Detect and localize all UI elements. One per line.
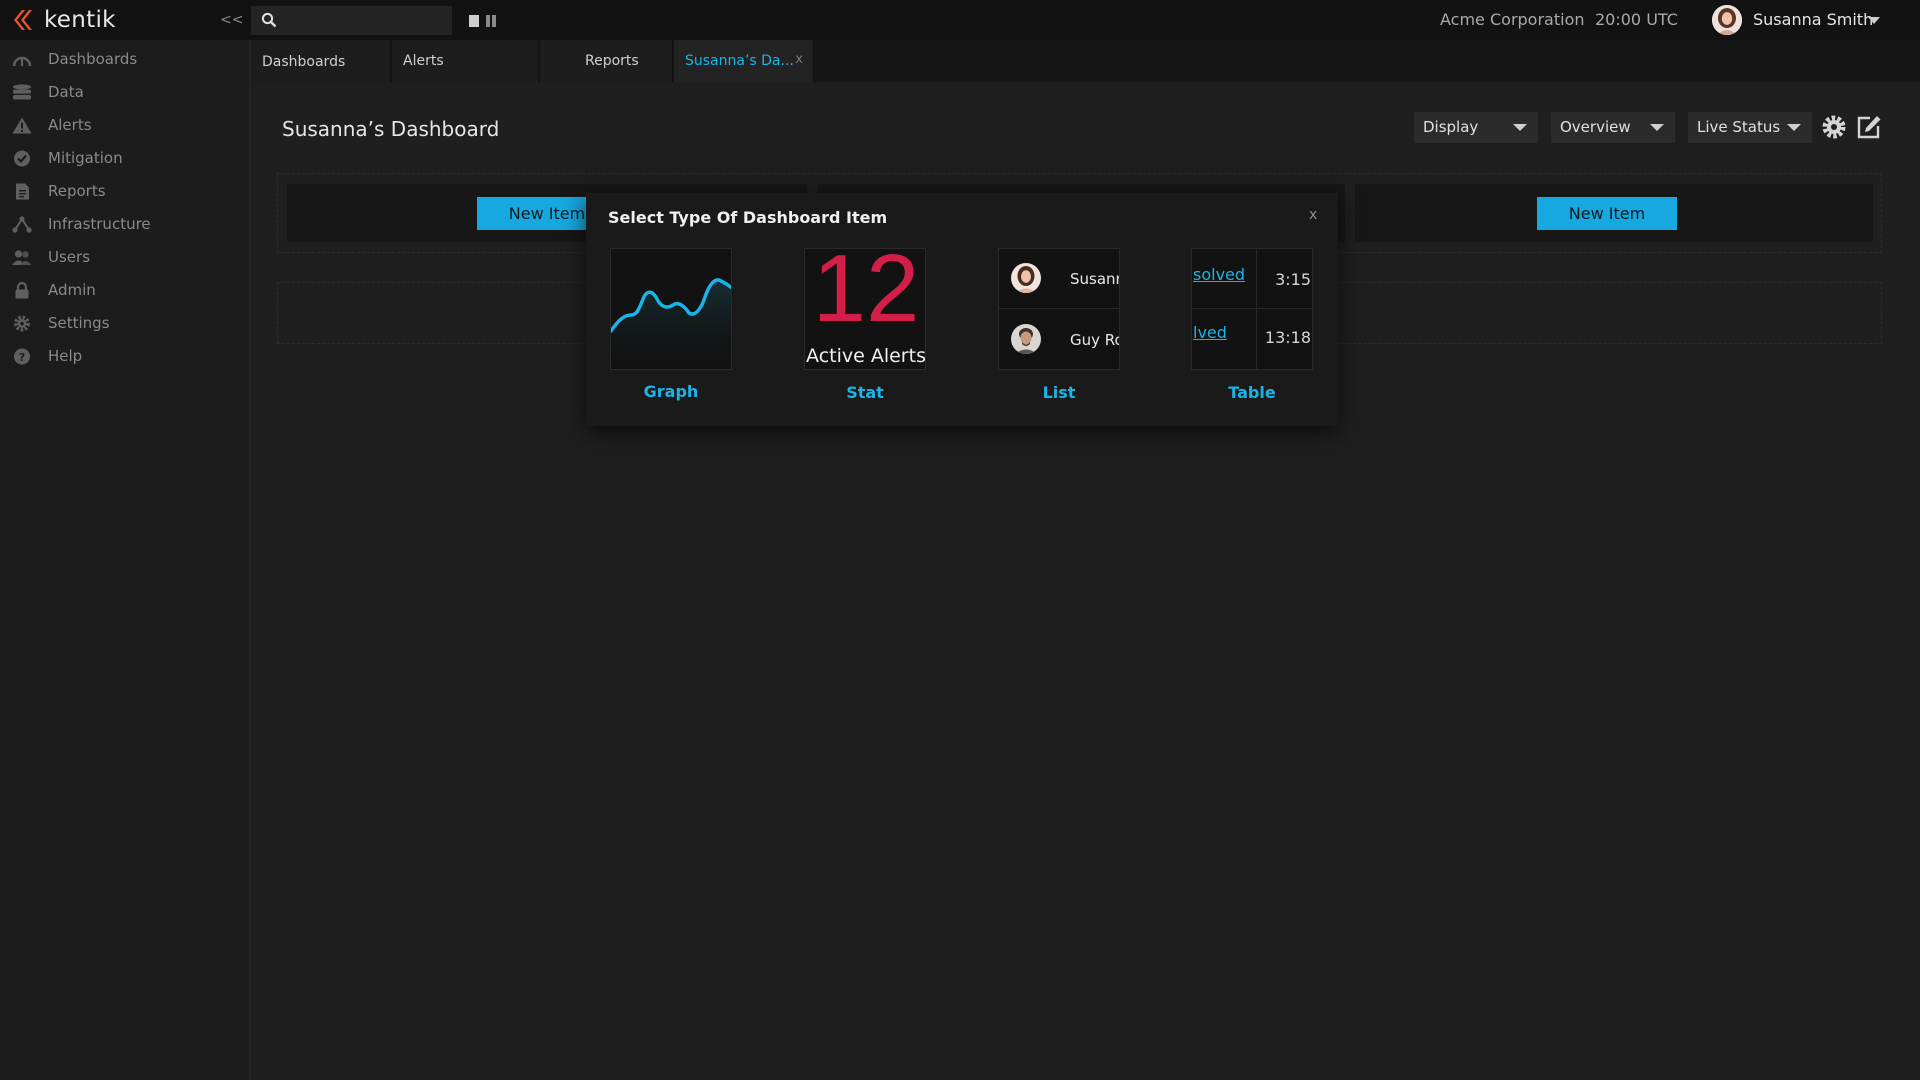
stat-option-card[interactable]: 12 Active Alerts: [804, 241, 926, 370]
sidebar-item-label: Mitigation: [48, 149, 123, 167]
table-option-label[interactable]: Table: [1191, 383, 1313, 402]
sidebar-item-label: Admin: [48, 281, 96, 299]
settings-gear-icon[interactable]: [1821, 114, 1847, 140]
avatar: [1011, 324, 1041, 354]
table-status-link: solved: [1193, 265, 1246, 284]
list-item: Guy Ro: [999, 310, 1120, 369]
table-row: lved 13:18: [1192, 310, 1312, 369]
sidebar-item-label: Infrastructure: [48, 215, 151, 233]
edit-icon[interactable]: [1856, 114, 1882, 140]
tab-alerts[interactable]: Alerts: [392, 40, 539, 82]
layout-toggle-icon[interactable]: [469, 15, 497, 27]
list-item: Susann: [999, 249, 1120, 309]
new-item-button[interactable]: New Item: [1537, 197, 1677, 230]
tab-reports[interactable]: Reports: [540, 40, 673, 82]
sidebar-item-admin[interactable]: Admin: [0, 275, 250, 305]
list-option-card[interactable]: Susann Guy Ro: [998, 248, 1120, 370]
database-icon: [13, 84, 31, 100]
sidebar-item-alerts[interactable]: Alerts: [0, 110, 250, 140]
table-time: 13:18: [1264, 328, 1311, 347]
collapse-sidebar-button[interactable]: <<: [220, 12, 243, 28]
dropdown-label: Overview: [1560, 118, 1631, 136]
top-bar: kentik << Acme Corporation 20:00 UTC Sus…: [0, 0, 1920, 40]
sidebar-item-mitigation[interactable]: Mitigation: [0, 143, 250, 173]
sidebar-item-label: Dashboards: [48, 50, 138, 68]
stat-value: 12: [812, 235, 920, 342]
male-avatar-icon: [1011, 324, 1041, 354]
chevron-down-icon[interactable]: [1868, 17, 1880, 24]
list-option-label[interactable]: List: [998, 383, 1120, 402]
list-item-name: Guy Ro: [1070, 331, 1120, 349]
user-name[interactable]: Susanna Smith: [1753, 10, 1873, 29]
sidebar-item-help[interactable]: ? Help: [0, 341, 250, 371]
users-icon: [12, 250, 32, 265]
dropdown-label: Live Status: [1697, 118, 1781, 136]
sidebar-item-label: Reports: [48, 182, 106, 200]
tab-label: Reports: [585, 53, 639, 69]
kentik-logo[interactable]: kentik: [10, 4, 116, 36]
brand-name: kentik: [44, 7, 116, 33]
tab-label: Alerts: [403, 53, 444, 69]
question-circle-icon: ?: [14, 348, 30, 365]
sidebar: Dashboards Data Alerts Mitigation Report…: [0, 40, 250, 1080]
chevron-down-icon: [1513, 124, 1527, 131]
sidebar-item-users[interactable]: Users: [0, 242, 250, 272]
graph-preview-icon: [611, 278, 731, 369]
network-nodes-icon: [12, 216, 32, 233]
lock-icon: [15, 282, 29, 299]
gear-icon: [14, 315, 30, 332]
page-title: Susanna’s Dashboard: [282, 117, 500, 141]
user-avatar[interactable]: [1712, 5, 1742, 35]
sidebar-item-data[interactable]: Data: [0, 77, 250, 107]
document-icon: [16, 183, 29, 200]
check-circle-icon: [14, 150, 30, 167]
chevron-down-icon: [1650, 124, 1664, 131]
chevron-down-icon: [1787, 124, 1801, 131]
stat-caption: Active Alerts: [806, 345, 926, 367]
modal-title: Select Type Of Dashboard Item: [608, 208, 888, 227]
table-status-link: lved: [1193, 323, 1227, 342]
organization-name: Acme Corporation: [1440, 10, 1585, 29]
female-avatar-icon: [1011, 263, 1041, 293]
search-input[interactable]: [251, 6, 452, 35]
dropdown-label: Display: [1423, 118, 1479, 136]
sidebar-item-label: Help: [48, 347, 83, 365]
search-icon: [261, 12, 277, 28]
tab-label: Dashboards: [262, 54, 346, 70]
user-avatar-icon: [1712, 5, 1742, 35]
clock: 20:00 UTC: [1595, 10, 1678, 29]
tab-label: Susanna’s Da...: [685, 53, 794, 69]
avatar: [1011, 263, 1041, 293]
display-dropdown[interactable]: Display: [1414, 112, 1538, 143]
kentik-logo-icon: [14, 10, 32, 30]
sidebar-item-label: Alerts: [48, 116, 92, 134]
sidebar-item-dashboards[interactable]: Dashboards: [0, 44, 250, 74]
stat-option-label[interactable]: Stat: [804, 383, 926, 402]
tab-susannas-dashboard[interactable]: Susanna’s Da... x: [674, 40, 814, 82]
svg-text:?: ?: [19, 351, 25, 364]
table-row: solved 3:15: [1192, 249, 1312, 309]
sidebar-item-infrastructure[interactable]: Infrastructure: [0, 209, 250, 239]
modal-close-button[interactable]: x: [1309, 207, 1317, 223]
sidebar-item-label: Settings: [48, 314, 110, 332]
dashboard-gauge-icon: [12, 56, 32, 67]
table-time: 3:15: [1275, 270, 1311, 289]
sidebar-item-label: Data: [48, 83, 84, 101]
sidebar-item-reports[interactable]: Reports: [0, 176, 250, 206]
tab-dashboards[interactable]: Dashboards: [251, 40, 391, 82]
graph-option-label[interactable]: Graph: [610, 382, 732, 401]
table-option-card[interactable]: solved 3:15 lved 13:18: [1191, 248, 1313, 370]
warning-triangle-icon: [12, 117, 32, 134]
list-item-name: Susann: [1070, 270, 1120, 288]
sidebar-item-label: Users: [48, 248, 91, 266]
graph-option-card[interactable]: [610, 248, 732, 370]
live-status-dropdown[interactable]: Live Status: [1688, 112, 1812, 143]
tab-close-button[interactable]: x: [795, 52, 803, 67]
overview-dropdown[interactable]: Overview: [1551, 112, 1675, 143]
sidebar-item-settings[interactable]: Settings: [0, 308, 250, 338]
tab-bar: Dashboards Alerts Reports Susanna’s Da..…: [251, 40, 1920, 82]
select-item-type-modal: Select Type Of Dashboard Item x Graph 12…: [586, 193, 1338, 426]
